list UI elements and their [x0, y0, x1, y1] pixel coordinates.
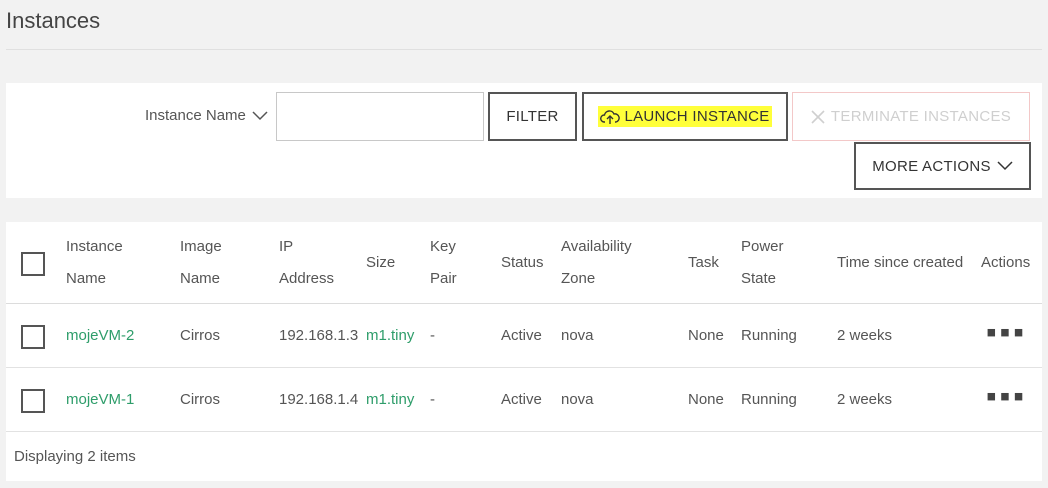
header-time-since-created[interactable]: Time since created [837, 222, 963, 303]
chevron-down-icon [997, 161, 1013, 171]
availability-zone: nova [561, 327, 594, 344]
header-text: Pair [430, 269, 457, 287]
power-state: Running [741, 327, 797, 344]
header-size[interactable]: Size [366, 222, 395, 303]
close-icon [811, 109, 825, 124]
image-name: Cirros [180, 391, 220, 408]
filter-input[interactable] [276, 92, 484, 141]
header-availability-zone[interactable]: Availability Zone [561, 222, 632, 303]
header-text: Address [279, 269, 335, 287]
launch-instance-label: LAUNCH INSTANCE [624, 108, 770, 125]
more-actions-label: MORE ACTIONS [872, 157, 991, 175]
filter-button[interactable]: FILTER [488, 92, 577, 141]
chevron-down-icon [252, 110, 268, 120]
terminate-instances-button[interactable]: TERMINATE INSTANCES [792, 92, 1030, 141]
table-row: mojeVM-1 Cirros 192.168.1.4 m1.tiny - Ac… [6, 368, 1042, 432]
instances-table: Instance Name Image Name IP Address Size… [6, 222, 1042, 481]
header-text: Power [741, 237, 784, 255]
terminate-instances-label: TERMINATE INSTANCES [830, 108, 1012, 125]
header-text: Name [180, 269, 221, 287]
header-status[interactable]: Status [501, 222, 544, 303]
select-all-checkbox[interactable] [21, 252, 45, 276]
item-count: Displaying 2 items [14, 448, 136, 465]
ip-address: 192.168.1.3 [279, 327, 359, 344]
header-text: Name [66, 269, 107, 287]
status: Active [501, 327, 542, 344]
task: None [688, 391, 724, 408]
header-ip-address[interactable]: IP Address [279, 222, 334, 303]
key-pair: - [430, 391, 435, 408]
header-task[interactable]: Task [688, 222, 719, 303]
ip-address: 192.168.1.4 [279, 391, 359, 408]
header-actions: Actions [981, 253, 1031, 271]
cloud-upload-icon [600, 109, 621, 124]
more-actions-button[interactable]: MORE ACTIONS [854, 142, 1031, 190]
filter-field-dropdown[interactable]: Instance Name [145, 107, 268, 124]
header-text: IP [279, 237, 294, 255]
row-checkbox[interactable] [21, 325, 45, 349]
instance-name-link[interactable]: mojeVM-1 [66, 368, 134, 431]
title-divider [6, 49, 1042, 50]
header-key-pair[interactable]: Key Pair [430, 222, 457, 303]
header-text: Key [430, 237, 456, 255]
more-dots-icon[interactable]: ▪▪▪ [986, 318, 1027, 348]
header-image-name[interactable]: Image Name [180, 222, 222, 303]
instance-name-link[interactable]: mojeVM-2 [66, 304, 134, 367]
status: Active [501, 391, 542, 408]
size-link[interactable]: m1.tiny [366, 304, 414, 367]
time-since-created: 2 weeks [837, 391, 893, 408]
more-dots-icon[interactable]: ▪▪▪ [986, 382, 1027, 412]
header-text: State [741, 269, 777, 287]
row-checkbox[interactable] [21, 389, 45, 413]
size-link[interactable]: m1.tiny [366, 368, 414, 431]
key-pair: - [430, 327, 435, 344]
power-state: Running [741, 391, 797, 408]
header-text: Availability [561, 237, 632, 255]
table-header: Instance Name Image Name IP Address Size… [6, 222, 1042, 304]
header-power-state[interactable]: Power State [741, 222, 784, 303]
header-text: Zone [561, 269, 596, 287]
task: None [688, 327, 724, 344]
launch-instance-button[interactable]: LAUNCH INSTANCE [582, 92, 788, 141]
table-row: mojeVM-2 Cirros 192.168.1.3 m1.tiny - Ac… [6, 304, 1042, 368]
header-instance-name[interactable]: Instance Name [66, 222, 123, 303]
launch-highlight: LAUNCH INSTANCE [598, 106, 772, 127]
filter-field-label: Instance Name [145, 107, 246, 124]
header-text: Instance [66, 237, 123, 255]
instances-toolbar: Instance Name FILTER LAUNCH INSTANCE TER… [6, 83, 1042, 198]
header-text: Image [180, 237, 222, 255]
time-since-created: 2 weeks [837, 327, 893, 344]
page-title: Instances [6, 8, 101, 33]
image-name: Cirros [180, 327, 220, 344]
availability-zone: nova [561, 391, 594, 408]
